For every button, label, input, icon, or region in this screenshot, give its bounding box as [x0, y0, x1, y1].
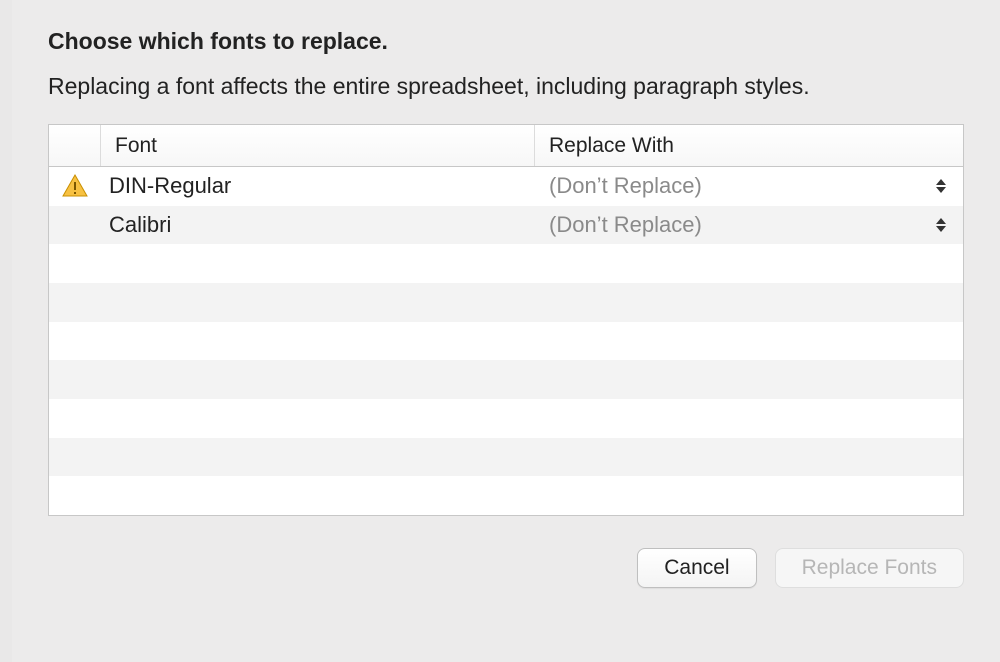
- table-row-empty: [49, 438, 963, 477]
- replace-fonts-dialog: Choose which fonts to replace. Replacing…: [12, 0, 1000, 662]
- font-name: DIN-Regular: [101, 173, 535, 199]
- table-row-empty: [49, 476, 963, 515]
- col-warning-header: [49, 125, 101, 166]
- table-body: DIN-Regular (Don’t Replace) Calibri (Don…: [49, 167, 963, 515]
- replace-with-value: (Don’t Replace): [549, 173, 702, 199]
- stepper-icon: [933, 214, 949, 236]
- warning-icon: [62, 174, 88, 198]
- cancel-button[interactable]: Cancel: [637, 548, 756, 588]
- table-row-empty: [49, 283, 963, 322]
- col-font-header: Font: [101, 125, 535, 166]
- table-row[interactable]: DIN-Regular (Don’t Replace): [49, 167, 963, 206]
- table-row[interactable]: Calibri (Don’t Replace): [49, 206, 963, 245]
- table-row-empty: [49, 322, 963, 361]
- stepper-icon: [933, 175, 949, 197]
- replace-with-value: (Don’t Replace): [549, 212, 702, 238]
- replace-fonts-button: Replace Fonts: [775, 548, 964, 588]
- button-bar: Cancel Replace Fonts: [48, 548, 964, 588]
- dialog-title: Choose which fonts to replace.: [48, 28, 964, 55]
- table-row-empty: [49, 360, 963, 399]
- replace-with-select[interactable]: (Don’t Replace): [535, 212, 963, 238]
- font-name: Calibri: [101, 212, 535, 238]
- table-header: Font Replace With: [49, 125, 963, 167]
- replace-with-select[interactable]: (Don’t Replace): [535, 173, 963, 199]
- table-row-empty: [49, 399, 963, 438]
- row-warning: [49, 174, 101, 198]
- font-table: Font Replace With DIN-Regular (Don’t Rep…: [48, 124, 964, 516]
- table-row-empty: [49, 244, 963, 283]
- dialog-subtitle: Replacing a font affects the entire spre…: [48, 73, 964, 100]
- col-replace-header: Replace With: [535, 125, 963, 166]
